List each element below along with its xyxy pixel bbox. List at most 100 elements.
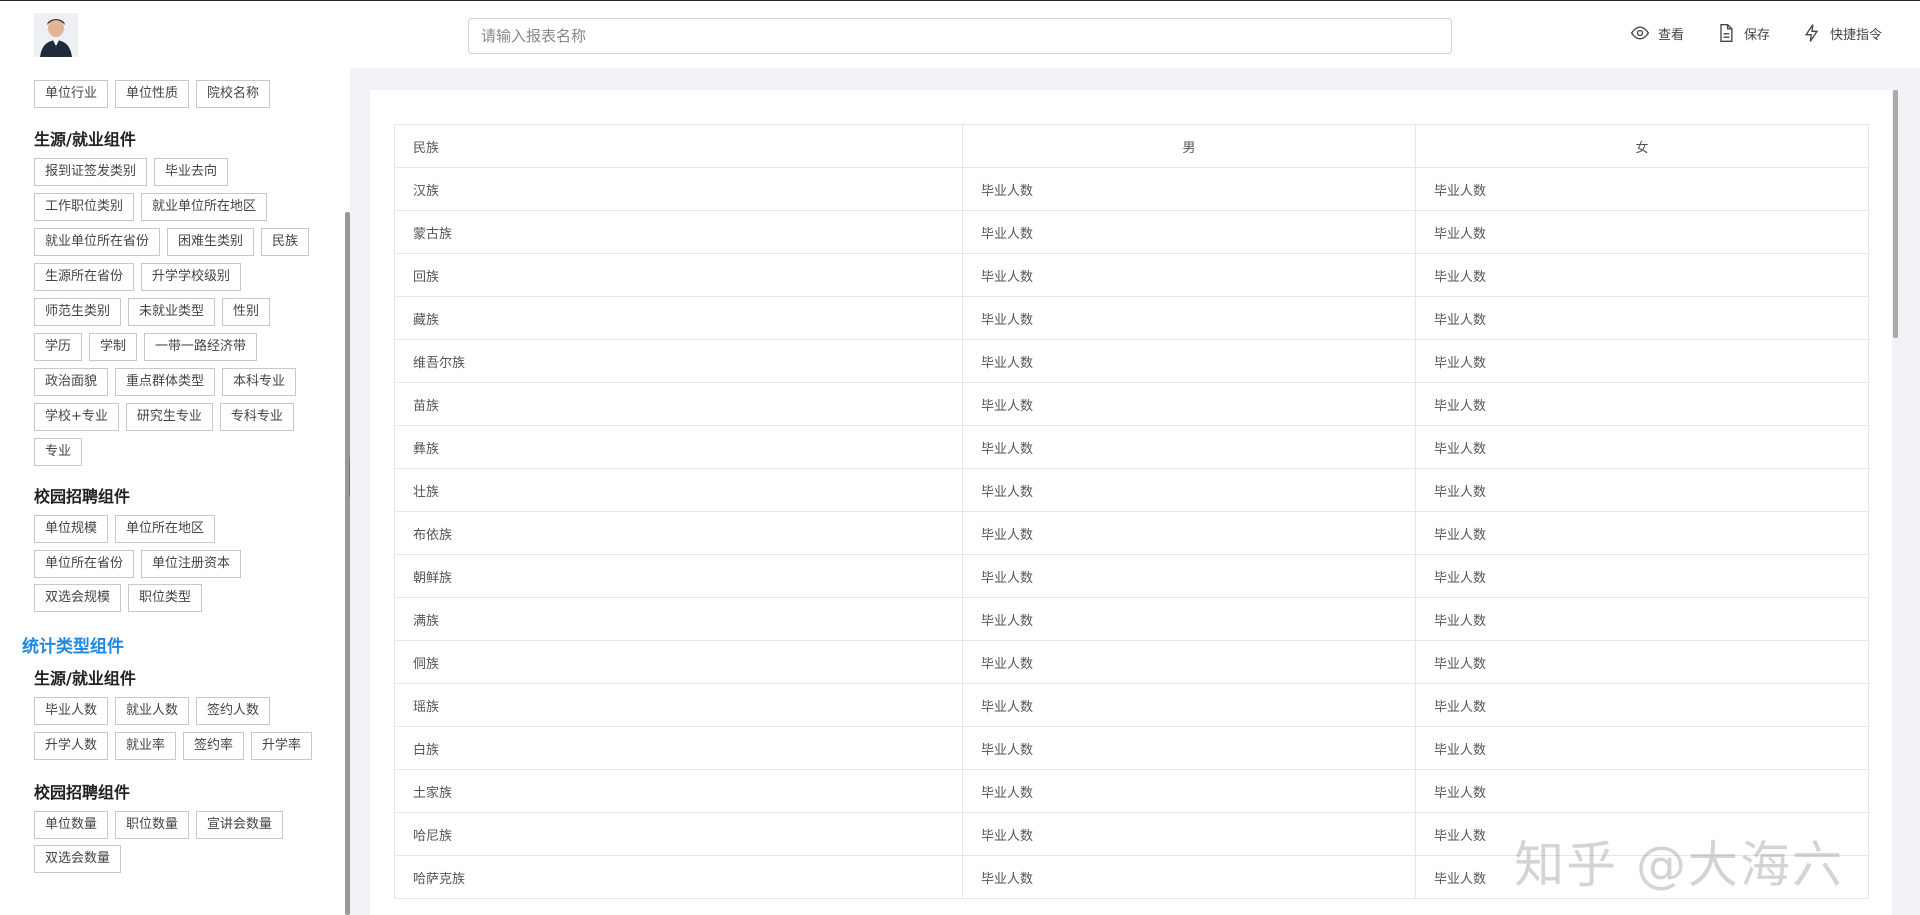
table-cell[interactable]: 毕业人数 [962, 683, 1416, 727]
chip[interactable]: 单位所在省份 [34, 550, 135, 578]
chip[interactable]: 职位数量 [115, 811, 190, 839]
chip[interactable]: 报到证签发类别 [34, 158, 148, 186]
table-cell[interactable]: 毕业人数 [1415, 296, 1869, 340]
table-cell[interactable]: 毕业人数 [962, 855, 1416, 899]
table-cell[interactable]: 毕业人数 [1415, 167, 1869, 211]
table-cell[interactable]: 哈萨克族 [394, 855, 963, 899]
table-cell[interactable]: 藏族 [394, 296, 963, 340]
chip[interactable]: 未就业类型 [128, 298, 216, 326]
table-cell[interactable]: 彝族 [394, 425, 963, 469]
table-cell[interactable]: 毕业人数 [1415, 554, 1869, 598]
report-name-search-input[interactable] [468, 18, 1452, 54]
table-cell[interactable]: 毕业人数 [1415, 597, 1869, 641]
table-cell[interactable]: 汉族 [394, 167, 963, 211]
chip[interactable]: 单位规模 [34, 515, 109, 543]
table-cell[interactable]: 毕业人数 [962, 640, 1416, 684]
table-cell[interactable]: 毕业人数 [962, 769, 1416, 813]
chip[interactable]: 单位所在地区 [115, 515, 216, 543]
table-cell[interactable]: 苗族 [394, 382, 963, 426]
table-cell[interactable]: 毕业人数 [1415, 511, 1869, 555]
chip[interactable]: 双选会规模 [34, 584, 122, 612]
chip-unit-nature[interactable]: 单位性质 [115, 80, 190, 108]
chip[interactable]: 专业 [34, 438, 83, 466]
table-cell[interactable]: 满族 [394, 597, 963, 641]
chip[interactable]: 升学人数 [34, 732, 109, 760]
table-cell[interactable]: 土家族 [394, 769, 963, 813]
table-cell[interactable]: 毕业人数 [962, 382, 1416, 426]
table-cell[interactable]: 回族 [394, 253, 963, 297]
save-button[interactable]: 保存 [1716, 23, 1770, 43]
chip[interactable]: 师范生类别 [34, 298, 122, 326]
table-cell[interactable]: 毕业人数 [962, 597, 1416, 641]
chip[interactable]: 就业人数 [115, 697, 190, 725]
table-cell[interactable]: 毕业人数 [962, 253, 1416, 297]
chip[interactable]: 就业率 [115, 732, 177, 760]
table-cell[interactable]: 毕业人数 [962, 425, 1416, 469]
table-cell[interactable]: 毕业人数 [962, 468, 1416, 512]
table-cell[interactable]: 毕业人数 [962, 812, 1416, 856]
chip[interactable]: 学历 [34, 333, 83, 361]
chip[interactable]: 性别 [222, 298, 271, 326]
chip[interactable]: 工作职位类别 [34, 193, 135, 221]
table-cell[interactable]: 朝鲜族 [394, 554, 963, 598]
table-cell[interactable]: 毕业人数 [1415, 339, 1869, 383]
view-button[interactable]: 查看 [1630, 23, 1684, 43]
table-cell[interactable]: 毕业人数 [962, 167, 1416, 211]
chip[interactable]: 生源所在省份 [34, 263, 135, 291]
table-cell[interactable]: 毕业人数 [962, 296, 1416, 340]
watermark: 知乎 @大海六 [1514, 836, 1844, 894]
avatar[interactable] [34, 13, 78, 57]
chip[interactable]: 专科专业 [219, 403, 294, 431]
table-cell[interactable]: 哈尼族 [394, 812, 963, 856]
chip[interactable]: 单位注册资本 [141, 550, 242, 578]
chip[interactable]: 研究生专业 [125, 403, 213, 431]
table-cell[interactable]: 维吾尔族 [394, 339, 963, 383]
chip[interactable]: 本科专业 [222, 368, 297, 396]
table-cell[interactable]: 毕业人数 [1415, 640, 1869, 684]
chip-unit-industry[interactable]: 单位行业 [34, 80, 109, 108]
table-cell[interactable]: 毕业人数 [962, 511, 1416, 555]
chip-school-name[interactable]: 院校名称 [196, 80, 271, 108]
table-cell[interactable]: 瑶族 [394, 683, 963, 727]
chip[interactable]: 双选会数量 [34, 845, 122, 873]
table-cell[interactable]: 布依族 [394, 511, 963, 555]
table-cell[interactable]: 蒙古族 [394, 210, 963, 254]
chip[interactable]: 升学学校级别 [141, 263, 242, 291]
chip[interactable]: 政治面貌 [34, 368, 109, 396]
table-cell[interactable]: 毕业人数 [962, 339, 1416, 383]
table-cell[interactable]: 毕业人数 [1415, 726, 1869, 770]
chip[interactable]: 毕业去向 [154, 158, 229, 186]
chip[interactable]: 毕业人数 [34, 697, 109, 725]
table-cell[interactable]: 毕业人数 [1415, 382, 1869, 426]
chip[interactable]: 重点群体类型 [115, 368, 216, 396]
table-cell[interactable]: 毕业人数 [1415, 425, 1869, 469]
chip[interactable]: 就业单位所在省份 [34, 228, 161, 256]
table-cell[interactable]: 毕业人数 [1415, 253, 1869, 297]
table-cell[interactable]: 壮族 [394, 468, 963, 512]
chip[interactable]: 学校+专业 [34, 403, 119, 431]
table-cell[interactable]: 毕业人数 [962, 210, 1416, 254]
chip[interactable]: 签约人数 [196, 697, 271, 725]
chip[interactable]: 困难生类别 [167, 228, 255, 256]
chip[interactable]: 学制 [89, 333, 138, 361]
chip[interactable]: 宣讲会数量 [196, 811, 284, 839]
table-cell[interactable]: 毕业人数 [1415, 769, 1869, 813]
table-cell[interactable]: 侗族 [394, 640, 963, 684]
table-cell[interactable]: 白族 [394, 726, 963, 770]
chip[interactable]: 单位数量 [34, 811, 109, 839]
chip-row: 工作职位类别 就业单位所在地区 [34, 193, 268, 221]
shortcut-command-button[interactable]: 快捷指令 [1802, 23, 1882, 43]
chip[interactable]: 签约率 [183, 732, 245, 760]
chip[interactable]: 民族 [261, 228, 310, 256]
table-cell[interactable]: 毕业人数 [962, 726, 1416, 770]
chip[interactable]: 升学率 [251, 732, 313, 760]
chip[interactable]: 职位类型 [128, 584, 203, 612]
table-cell[interactable]: 毕业人数 [1415, 683, 1869, 727]
table-cell[interactable]: 毕业人数 [1415, 468, 1869, 512]
chip[interactable]: 就业单位所在地区 [141, 193, 268, 221]
table-cell[interactable]: 毕业人数 [962, 554, 1416, 598]
main-scrollbar[interactable] [1893, 90, 1898, 338]
chip[interactable]: 一带一路经济带 [144, 333, 258, 361]
table-cell[interactable]: 毕业人数 [1415, 210, 1869, 254]
document-icon [1720, 24, 1733, 42]
